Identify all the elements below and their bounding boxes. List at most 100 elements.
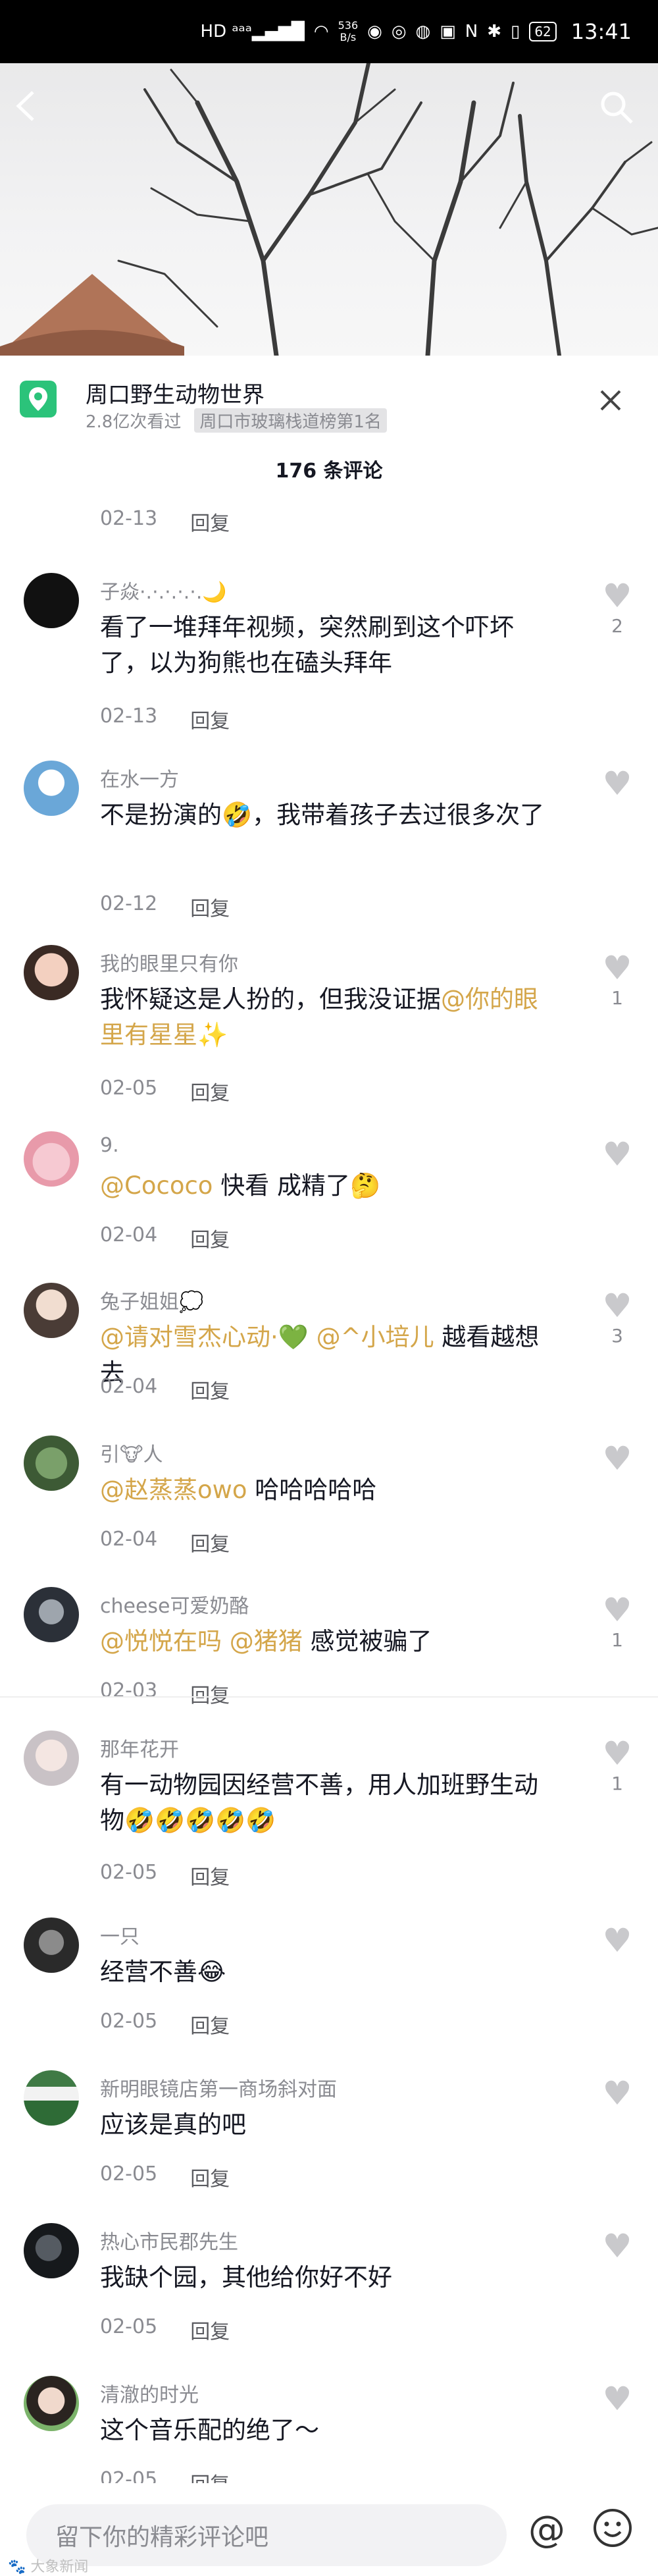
tree-branches-image <box>0 63 658 356</box>
emoji-button[interactable] <box>590 2507 636 2553</box>
comment-username[interactable]: 热心市民郡先生 <box>100 2226 238 2255</box>
mention-link[interactable]: @^小培儿 <box>309 1323 434 1351</box>
reply-button[interactable]: 回复 <box>190 892 230 921</box>
search-icon <box>601 92 633 124</box>
heart-icon: ♥ <box>602 577 632 615</box>
like-button[interactable]: ♥ 1 <box>599 952 636 1009</box>
avatar[interactable] <box>24 2070 79 2126</box>
comment-text: @Cococo 快看 成精了🤔 <box>100 1168 561 1204</box>
comment-date: 02-13 <box>100 507 158 530</box>
heart-icon: ♥ <box>602 765 632 803</box>
avatar[interactable] <box>24 945 79 1000</box>
comment-count: 176 条评论 <box>275 460 383 483</box>
reply-button[interactable]: 回复 <box>190 705 230 734</box>
close-icon <box>600 390 621 411</box>
reply-button[interactable]: 回复 <box>190 2010 230 2039</box>
comment-text: 看了一堆拜年视频，突然刷到这个吓坏了，以为狗熊也在磕头拜年 <box>100 613 514 677</box>
clock: 13:41 <box>570 19 632 44</box>
comment-input[interactable]: 留下你的精彩评论吧 <box>26 2504 507 2566</box>
video-preview[interactable] <box>0 63 658 356</box>
comment-meta: 02-13 回复 <box>100 705 230 734</box>
like-button[interactable]: ♥ <box>599 2077 636 2112</box>
reply-button[interactable]: 回复 <box>190 1375 230 1404</box>
heart-icon: ♥ <box>602 1135 632 1173</box>
search-button[interactable] <box>599 90 645 136</box>
comment-meta: 02-03 回复 <box>100 1679 230 1708</box>
reply-button[interactable]: 回复 <box>190 2315 230 2344</box>
comment-username[interactable]: 兔子姐姐💭 <box>100 1285 203 1314</box>
reply-button[interactable]: 回复 <box>190 1679 230 1708</box>
avatar[interactable] <box>24 1283 79 1338</box>
avatar[interactable] <box>24 1436 79 1491</box>
like-button[interactable]: ♥ <box>599 1442 636 1478</box>
reply-button[interactable]: 回复 <box>190 507 230 536</box>
at-icon: @ <box>528 2508 565 2551</box>
avatar[interactable] <box>24 1731 79 1786</box>
avatar[interactable] <box>24 573 79 628</box>
like-button[interactable]: ♥ <box>599 1924 636 1960</box>
mention-link[interactable]: @Cococo <box>100 1171 213 1200</box>
heart-icon: ♥ <box>602 1439 632 1478</box>
comment-username[interactable]: 在水一方 <box>100 763 179 792</box>
comment-meta: 02-04 回复 <box>100 1223 230 1252</box>
comment-username[interactable]: 清澈的时光 <box>100 2378 199 2407</box>
comment-input-bar: 留下你的精彩评论吧 @ <box>0 2483 658 2575</box>
comment-text: 我怀疑这是人扮的，但我没证据@你的眼里有星星✨ <box>100 982 561 1053</box>
avatar[interactable] <box>24 2376 79 2431</box>
like-count: 3 <box>611 1325 623 1347</box>
reply-button[interactable]: 回复 <box>190 1528 230 1557</box>
mention-link[interactable]: @赵蒸蒸owo <box>100 1476 247 1504</box>
like-button[interactable]: ♥ 1 <box>599 1737 636 1794</box>
like-button[interactable]: ♥ 2 <box>599 579 636 637</box>
like-button[interactable]: ♥ 3 <box>599 1289 636 1347</box>
vibrate-icon: ▯ <box>511 22 520 41</box>
comment-text: 这个音乐配的绝了～ <box>100 2416 319 2444</box>
mention-link[interactable]: @请对雪杰心动·💚 <box>100 1323 309 1351</box>
heart-icon: ♥ <box>602 1287 632 1325</box>
back-button[interactable] <box>13 90 59 136</box>
avatar[interactable] <box>24 761 79 816</box>
comment-meta: 02-05 回复 <box>100 2315 230 2344</box>
like-button[interactable]: ♥ <box>599 2230 636 2265</box>
comment-text: 应该是真的吧 <box>100 2110 246 2139</box>
wechat-icon: ◉ <box>367 22 382 41</box>
like-button[interactable]: ♥ <box>599 1138 636 1173</box>
heart-icon: ♥ <box>602 2380 632 2418</box>
comment-username[interactable]: 那年花开 <box>100 1733 179 1762</box>
avatar[interactable] <box>24 1587 79 1642</box>
like-button[interactable]: ♥ 1 <box>599 1594 636 1651</box>
nfc-icon: N <box>465 22 478 41</box>
avatar[interactable] <box>24 2223 79 2278</box>
comment-date: 02-05 <box>100 1077 158 1100</box>
comment-username[interactable]: 引🐮人 <box>100 1438 163 1467</box>
comment-date: 02-03 <box>100 1679 158 1702</box>
reply-button[interactable]: 回复 <box>190 1223 230 1252</box>
comment-date: 02-04 <box>100 1528 158 1551</box>
comment-username[interactable]: 子焱·.·.·.·.·.🌙 <box>100 576 227 604</box>
close-button[interactable] <box>592 382 629 419</box>
reply-button[interactable]: 回复 <box>190 1861 230 1890</box>
reply-button[interactable]: 回复 <box>190 1077 230 1106</box>
divider <box>0 1696 658 1698</box>
mention-link[interactable]: @悦悦在吗 <box>100 1627 222 1655</box>
comment-username[interactable]: 9. <box>100 1134 119 1157</box>
avatar[interactable] <box>24 1131 79 1187</box>
comment-username[interactable]: 一只 <box>100 1920 139 1949</box>
comment-text: 有一动物园因经营不善，用人加班野生动物🤣🤣🤣🤣🤣 <box>100 1771 538 1835</box>
avatar[interactable] <box>24 1918 79 1973</box>
comment-username[interactable]: 我的眼里只有你 <box>100 948 238 977</box>
comment-date: 02-05 <box>100 1861 158 1884</box>
reply-button[interactable]: 回复 <box>190 2162 230 2191</box>
comment-meta: 02-12 回复 <box>100 892 230 921</box>
mention-button[interactable]: @ <box>524 2507 570 2553</box>
location-card[interactable]: 周口野生动物世界 2.8亿次看过 周口市玻璃栈道榜第1名 <box>20 377 638 433</box>
mention-link[interactable]: @猪猪 <box>222 1627 303 1655</box>
heart-icon: ♥ <box>602 1921 632 1960</box>
comment-text-part: 哈哈哈哈哈 <box>247 1476 377 1504</box>
location-pin-icon <box>20 381 57 417</box>
like-button[interactable]: ♥ <box>599 767 636 803</box>
comment-date: 02-12 <box>100 892 158 915</box>
comment-username[interactable]: 新明眼镜店第一商场斜对面 <box>100 2073 337 2102</box>
like-button[interactable]: ♥ <box>599 2382 636 2418</box>
comment-username[interactable]: cheese可爱奶酪 <box>100 1590 249 1619</box>
